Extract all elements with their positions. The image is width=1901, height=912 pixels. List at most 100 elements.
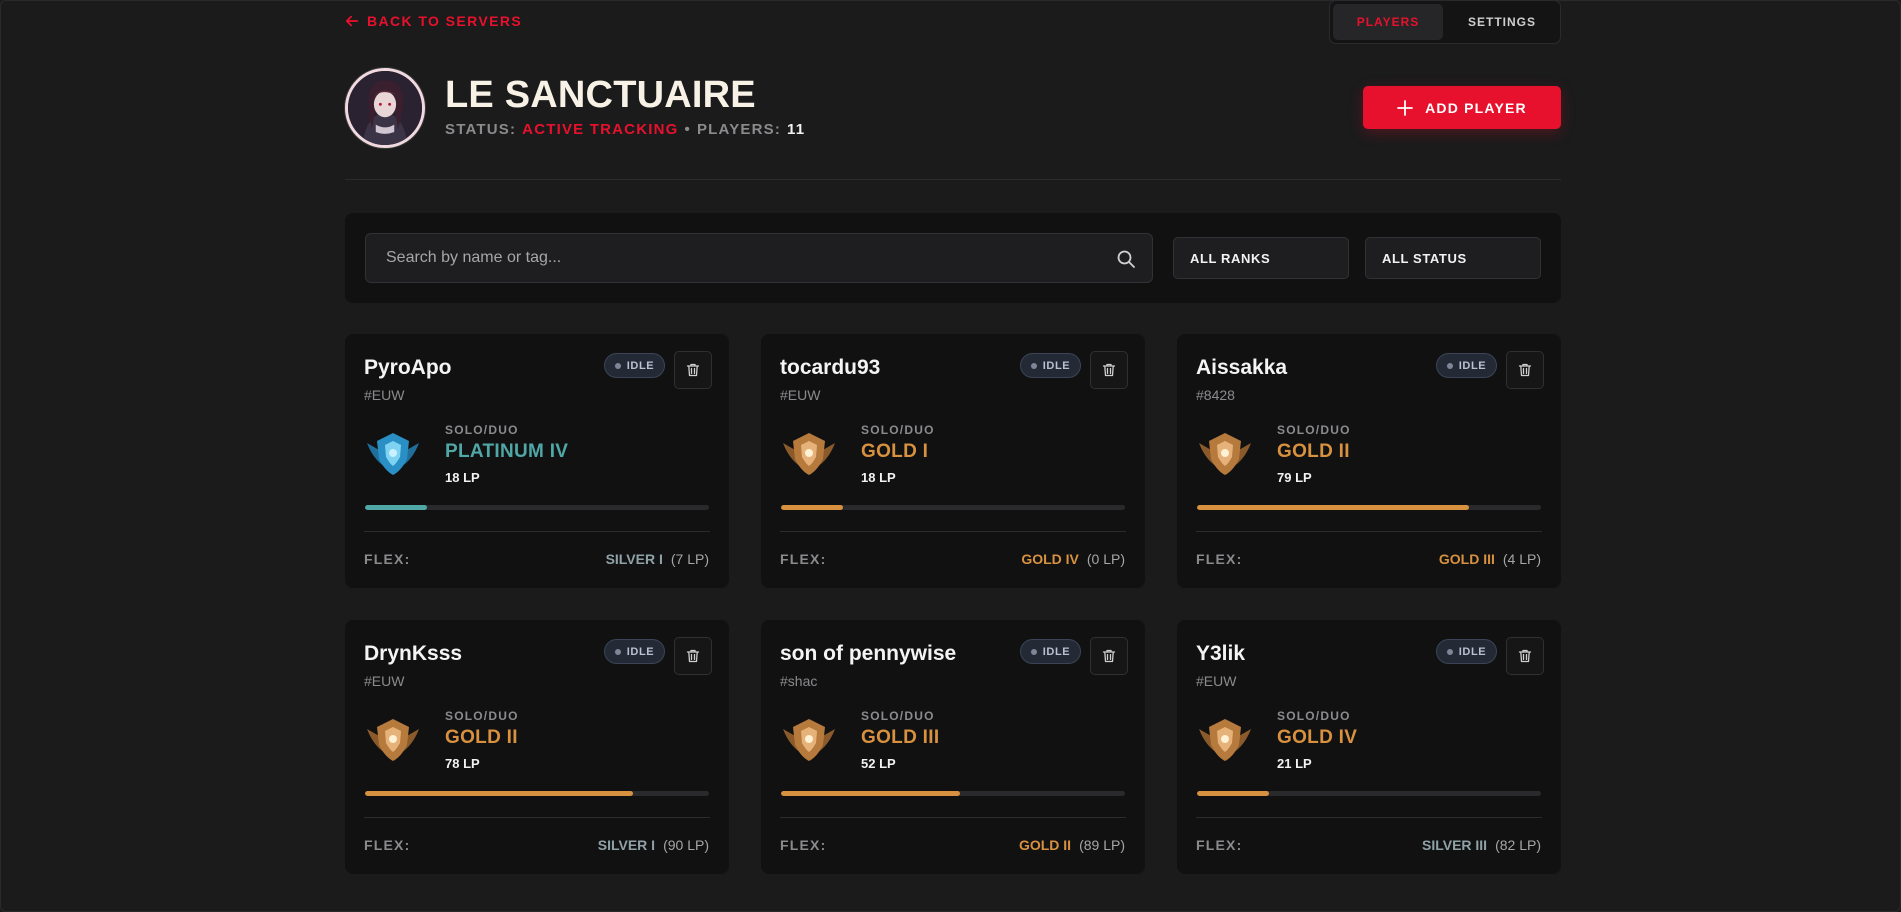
rank-filter-select[interactable]: ALL RANKS	[1173, 237, 1349, 279]
player-card: PyroApo #EUW IDLE SOLO/DUO PLATINUM IV 1…	[345, 334, 729, 588]
trash-icon	[1518, 649, 1532, 663]
server-avatar	[345, 68, 425, 148]
player-card: tocardu93 #EUW IDLE SOLO/DUO GOLD I 18 L…	[761, 334, 1145, 588]
flex-lp: (4 LP)	[1502, 551, 1541, 567]
flex-rank: SILVER III	[1421, 837, 1488, 853]
flex-value: SILVER I (90 LP)	[598, 837, 709, 853]
delete-player-button[interactable]	[1090, 637, 1128, 675]
lp-progress-fill	[365, 791, 634, 796]
lp-progress-bar	[1197, 505, 1541, 510]
lp-progress-bar	[1197, 791, 1541, 796]
player-name: Aissakka	[1196, 356, 1288, 379]
queue-label: SOLO/DUO	[861, 709, 935, 723]
add-player-button[interactable]: ADD PLAYER	[1363, 86, 1561, 129]
lp-progress-bar	[781, 791, 1125, 796]
tab-players[interactable]: PLAYERS	[1333, 4, 1443, 40]
filter-bar: ALL RANKS ALL STATUS	[345, 213, 1561, 303]
status-dot-icon	[614, 362, 621, 369]
player-card: Aissakka #8428 IDLE SOLO/DUO GOLD II 79 …	[1177, 334, 1561, 588]
back-to-servers-link[interactable]: BACK TO SERVERS	[345, 12, 522, 30]
queue-label: SOLO/DUO	[861, 423, 935, 437]
status-filter-select[interactable]: ALL STATUS	[1365, 237, 1541, 279]
flex-label: FLEX:	[780, 837, 827, 853]
solo-rank: GOLD II	[445, 727, 518, 748]
players-label: PLAYERS:	[696, 121, 782, 138]
player-name: Y3lik	[1196, 642, 1246, 665]
player-card: Y3lik #EUW IDLE SOLO/DUO GOLD IV 21 LP F…	[1177, 620, 1561, 874]
flex-label: FLEX:	[780, 551, 827, 567]
status-value: ACTIVE TRACKING	[522, 121, 679, 138]
back-link-label: BACK TO SERVERS	[367, 13, 523, 29]
rank-emblem-icon	[783, 433, 835, 475]
card-divider	[364, 817, 710, 818]
solo-lp: 79 LP	[1277, 470, 1312, 485]
flex-rank: SILVER I	[605, 551, 663, 567]
delete-player-button[interactable]	[674, 637, 712, 675]
status-badge-label: IDLE	[1458, 645, 1487, 658]
status-dot-icon	[1446, 648, 1453, 655]
lp-progress-bar	[781, 505, 1125, 510]
lp-progress-bar	[365, 791, 709, 796]
flex-lp: (0 LP)	[1086, 551, 1125, 567]
status-label: STATUS:	[445, 121, 517, 138]
solo-lp: 78 LP	[445, 756, 480, 771]
page-title: LE SANCTUAIRE	[445, 74, 756, 116]
status-badge: IDLE	[1436, 639, 1497, 664]
player-name: son of pennywise	[780, 642, 957, 665]
lp-progress-bar	[365, 505, 709, 510]
delete-player-button[interactable]	[1506, 637, 1544, 675]
status-dot-icon	[1446, 362, 1453, 369]
plus-icon	[1397, 99, 1414, 116]
trash-icon	[1518, 363, 1532, 377]
tab-settings[interactable]: SETTINGS	[1447, 4, 1557, 40]
search-input[interactable]	[366, 234, 1152, 282]
rank-emblem-icon	[367, 719, 419, 761]
player-tag: #shac	[780, 673, 818, 689]
card-divider	[364, 531, 710, 532]
flex-value: SILVER III (82 LP)	[1422, 837, 1541, 853]
delete-player-button[interactable]	[1090, 351, 1128, 389]
flex-rank: GOLD III	[1438, 551, 1495, 567]
card-divider	[780, 817, 1126, 818]
lp-progress-fill	[365, 505, 427, 510]
arrow-left-icon	[345, 15, 359, 27]
lp-progress-fill	[781, 791, 960, 796]
player-tag: #EUW	[780, 387, 821, 403]
card-divider	[780, 531, 1126, 532]
flex-lp: (90 LP)	[663, 837, 709, 853]
trash-icon	[686, 649, 700, 663]
status-badge: IDLE	[1020, 353, 1081, 378]
solo-lp: 21 LP	[1277, 756, 1312, 771]
players-count: 11	[787, 121, 806, 138]
status-dot-icon	[1030, 362, 1037, 369]
lp-progress-fill	[1197, 791, 1270, 796]
delete-player-button[interactable]	[1506, 351, 1544, 389]
rank-emblem-icon	[783, 719, 835, 761]
flex-value: SILVER I (7 LP)	[606, 551, 709, 567]
delete-player-button[interactable]	[674, 351, 712, 389]
status-badge: IDLE	[1020, 639, 1081, 664]
solo-rank: GOLD I	[861, 441, 929, 462]
rank-emblem-icon	[1199, 719, 1251, 761]
player-name: DrynKsss	[364, 642, 463, 665]
status-dot-icon	[1030, 648, 1037, 655]
card-divider	[1196, 531, 1542, 532]
queue-label: SOLO/DUO	[445, 709, 519, 723]
search-box	[365, 233, 1153, 283]
status-badge-label: IDLE	[1042, 359, 1071, 372]
solo-rank: PLATINUM IV	[445, 441, 569, 462]
queue-label: SOLO/DUO	[1277, 423, 1351, 437]
flex-lp: (89 LP)	[1079, 837, 1125, 853]
status-badge: IDLE	[604, 353, 665, 378]
search-icon[interactable]	[1116, 249, 1136, 269]
solo-rank: GOLD III	[861, 727, 940, 748]
trash-icon	[1102, 649, 1116, 663]
player-tag: #EUW	[364, 673, 405, 689]
flex-label: FLEX:	[364, 551, 411, 567]
player-tag: #EUW	[1196, 673, 1237, 689]
flex-lp: (7 LP)	[670, 551, 709, 567]
status-badge-label: IDLE	[626, 645, 655, 658]
flex-value: GOLD II (89 LP)	[1019, 837, 1125, 853]
flex-rank: SILVER I	[597, 837, 656, 853]
avatar-illustration-icon	[348, 71, 422, 145]
